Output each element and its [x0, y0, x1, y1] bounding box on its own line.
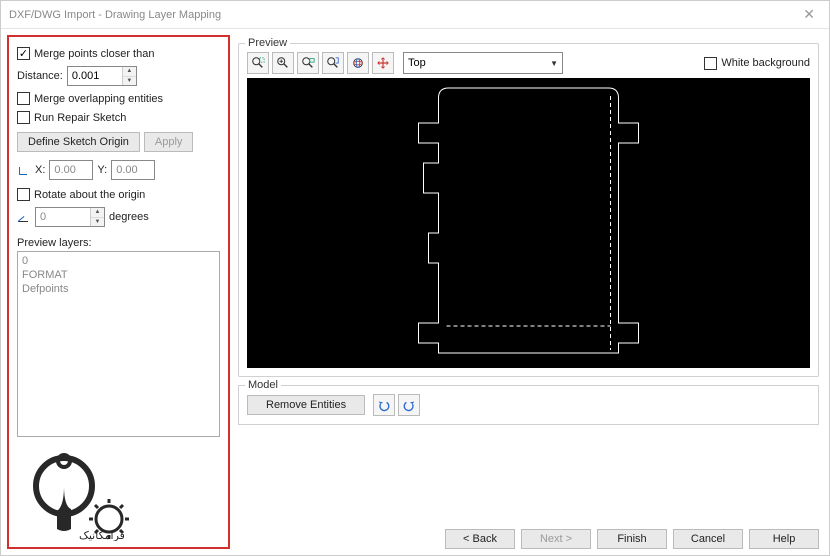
close-icon[interactable]: ✕ — [797, 6, 821, 23]
zoom-fit-icon[interactable] — [322, 52, 344, 74]
rotate-3d-icon[interactable] — [347, 52, 369, 74]
angle-input[interactable]: ▲▼ — [35, 207, 105, 227]
undo-icon[interactable] — [373, 394, 395, 416]
define-sketch-origin-button[interactable]: Define Sketch Origin — [17, 132, 140, 152]
zoom-out-icon[interactable] — [297, 52, 319, 74]
distance-input[interactable]: ▲▼ — [67, 66, 137, 86]
angle-spinner[interactable]: ▲▼ — [90, 208, 104, 226]
options-panel: Merge points closer than Distance: ▲▼ Me… — [7, 35, 230, 549]
preview-layers-label: Preview layers: — [17, 237, 220, 249]
watermark-logo: فرامکانیک — [9, 451, 149, 541]
preview-toolbar: Top ▼ White background — [247, 52, 810, 74]
dialog-footer: < Back Next > Finish Cancel Help — [238, 517, 819, 549]
rotate-origin-checkbox[interactable] — [17, 188, 30, 201]
axes-icon — [17, 163, 31, 177]
svg-text:فرامکانیک: فرامکانیک — [79, 530, 125, 541]
finish-button[interactable]: Finish — [597, 529, 667, 549]
help-button[interactable]: Help — [749, 529, 819, 549]
distance-field[interactable] — [68, 67, 122, 85]
window-title: DXF/DWG Import - Drawing Layer Mapping — [9, 9, 221, 21]
merge-overlapping-checkbox[interactable] — [17, 92, 30, 105]
rotate-origin-label: Rotate about the origin — [34, 189, 145, 201]
zoom-box-icon[interactable] — [247, 52, 269, 74]
redo-icon[interactable] — [398, 394, 420, 416]
merge-points-label: Merge points closer than — [34, 48, 154, 60]
model-legend: Model — [245, 379, 281, 391]
preview-layers-list[interactable]: 0 FORMAT Defpoints — [17, 251, 220, 437]
x-input[interactable] — [49, 160, 93, 180]
merge-overlapping-label: Merge overlapping entities — [34, 93, 163, 105]
back-button[interactable]: < Back — [445, 529, 515, 549]
angle-field[interactable] — [36, 208, 90, 226]
layer-item[interactable]: 0 — [22, 254, 215, 268]
view-dropdown-value: Top — [408, 57, 426, 69]
merge-points-checkbox[interactable] — [17, 47, 30, 60]
distance-label: Distance: — [17, 70, 63, 82]
right-pane: Preview — [230, 29, 829, 555]
view-dropdown[interactable]: Top ▼ — [403, 52, 563, 74]
degrees-label: degrees — [109, 211, 149, 223]
layer-item[interactable]: FORMAT — [22, 268, 215, 282]
x-label: X: — [35, 164, 45, 176]
white-background-label: White background — [721, 57, 810, 69]
next-button[interactable]: Next > — [521, 529, 591, 549]
remove-entities-button[interactable]: Remove Entities — [247, 395, 365, 415]
run-repair-label: Run Repair Sketch — [34, 112, 126, 124]
y-input[interactable] — [111, 160, 155, 180]
pan-icon[interactable] — [372, 52, 394, 74]
dialog-window: DXF/DWG Import - Drawing Layer Mapping ✕… — [0, 0, 830, 556]
y-label: Y: — [97, 164, 107, 176]
chevron-down-icon: ▼ — [550, 59, 558, 68]
cancel-button[interactable]: Cancel — [673, 529, 743, 549]
angle-icon — [17, 210, 31, 224]
layer-item[interactable]: Defpoints — [22, 282, 215, 296]
titlebar: DXF/DWG Import - Drawing Layer Mapping ✕ — [1, 1, 829, 29]
zoom-in-icon[interactable] — [272, 52, 294, 74]
preview-group: Preview — [238, 43, 819, 377]
distance-spinner[interactable]: ▲▼ — [122, 67, 136, 85]
preview-canvas[interactable] — [247, 78, 810, 368]
white-background-checkbox[interactable] — [704, 57, 717, 70]
preview-legend: Preview — [245, 37, 290, 49]
run-repair-checkbox[interactable] — [17, 111, 30, 124]
model-group: Model Remove Entities — [238, 385, 819, 425]
apply-button[interactable]: Apply — [144, 132, 194, 152]
